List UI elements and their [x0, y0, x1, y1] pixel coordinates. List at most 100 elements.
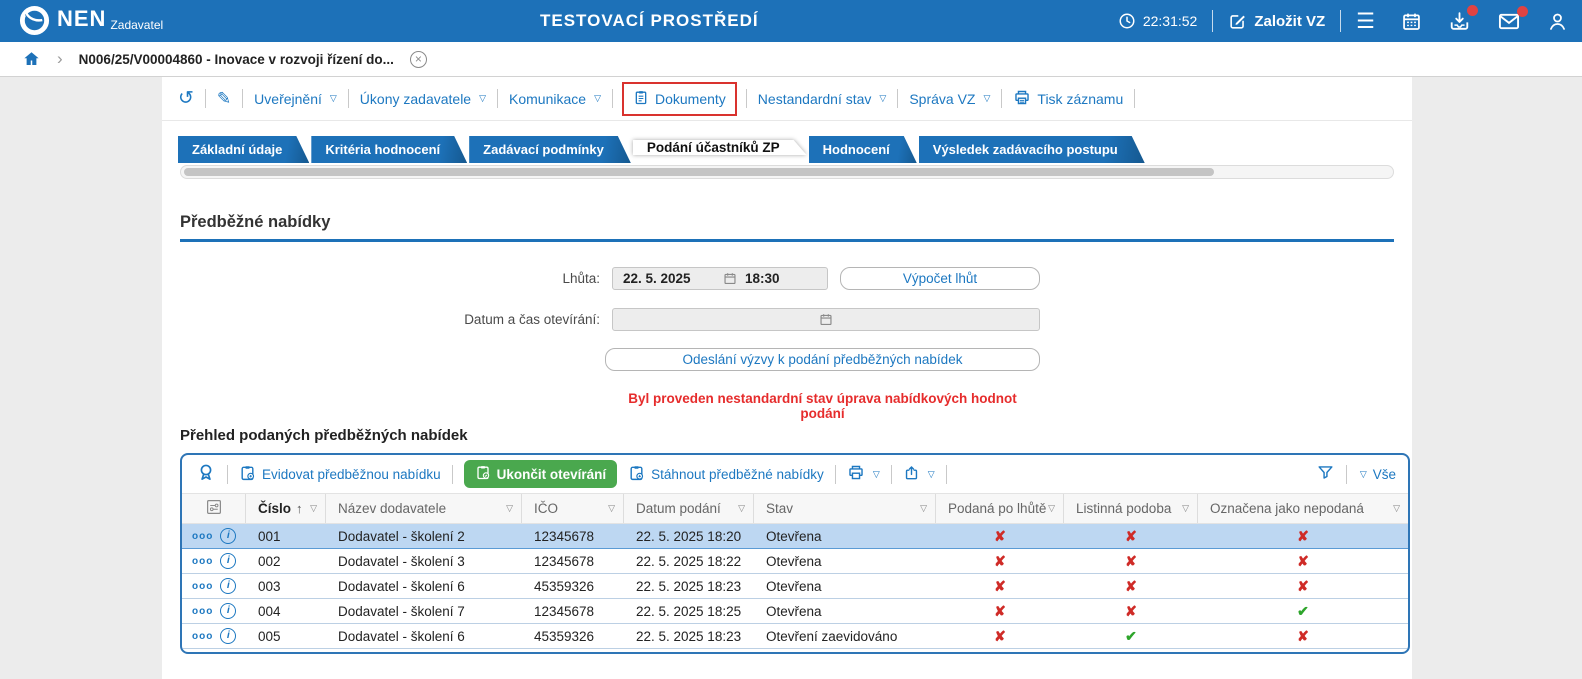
tab-zadavaci-podminky[interactable]: Zadávací podmínky — [469, 136, 631, 163]
history-icon[interactable]: ↺ — [178, 89, 194, 108]
info-icon[interactable]: i — [220, 553, 237, 569]
horizontal-scrollbar-thumb[interactable] — [184, 168, 1214, 176]
header-datum-podani[interactable]: Datum podání ▽ — [624, 494, 754, 523]
calendar-picker-icon[interactable] — [819, 312, 833, 327]
filter-scope-vse[interactable]: ▽ Vše — [1358, 467, 1396, 482]
action-tisk-zaznamu[interactable]: Tisk záznamu — [1013, 89, 1123, 109]
top-bar: NEN Zadavatel TESTOVACÍ PROSTŘEDÍ 22:31:… — [0, 0, 1582, 42]
deadline-input[interactable]: 22. 5. 2025 18:30 — [612, 267, 828, 290]
row-menu-icon[interactable]: ooo — [192, 606, 213, 617]
table-row[interactable]: ooo i 003 Dodavatel - školení 6 45359326 … — [182, 574, 1408, 599]
print-table-button[interactable]: ▽ — [847, 464, 880, 484]
header-nazev-dodavatele[interactable]: Název dodavatele ▽ — [326, 494, 522, 523]
row-menu-icon[interactable]: ooo — [192, 531, 213, 542]
action-uverejneni[interactable]: Uveřejnění ▽ — [254, 91, 337, 107]
row-menu-icon[interactable]: ooo — [192, 631, 213, 642]
info-icon[interactable]: i — [220, 603, 237, 619]
horizontal-scrollbar-track[interactable] — [180, 165, 1394, 179]
filter-dropdown-icon[interactable]: ▽ — [1393, 503, 1400, 514]
sort-ascending-icon: ↑ — [296, 501, 303, 516]
filter-dropdown-icon[interactable]: ▽ — [1182, 503, 1189, 514]
cell-ico: 12345678 — [534, 528, 595, 544]
messages-button[interactable] — [1497, 5, 1528, 32]
downloads-button[interactable] — [1448, 5, 1478, 32]
action-sprava-vz[interactable]: Správa VZ ▽ — [909, 91, 990, 107]
tab-kriteria-hodnoceni[interactable]: Kritéria hodnocení — [311, 136, 467, 163]
environment-title: TESTOVACÍ PROSTŘEDÍ — [540, 11, 759, 30]
header-podana-po-lhute[interactable]: Podaná po lhůtě ▽ — [936, 494, 1064, 523]
info-icon[interactable]: i — [220, 528, 237, 544]
tab-hodnoceni[interactable]: Hodnocení — [809, 136, 917, 163]
tab-vysledek-zadavaciho-postupu[interactable]: Výsledek zadávacího postupu — [919, 136, 1145, 163]
table-row[interactable]: ooo i 005 Dodavatel - školení 6 45359326 … — [182, 624, 1408, 649]
document-icon — [633, 89, 649, 109]
filter-dropdown-icon[interactable]: ▽ — [738, 503, 745, 514]
cell-po-lhute-mark: ✘ — [994, 602, 1006, 619]
create-vz-button[interactable]: Založit VZ — [1228, 12, 1325, 31]
cell-listinna-mark: ✘ — [1125, 552, 1137, 569]
divider — [227, 464, 228, 484]
row-menu-icon[interactable]: ooo — [192, 556, 213, 567]
register-preliminary-bid-button[interactable]: Evidovat předběžnou nabídku — [239, 464, 441, 485]
header-ico[interactable]: IČO ▽ — [522, 494, 624, 523]
cell-datum: 22. 5. 2025 18:20 — [636, 528, 742, 544]
action-nestandardni-stav[interactable]: Nestandardní stav ▽ — [758, 91, 887, 107]
cell-nazev: Dodavatel - školení 7 — [338, 603, 465, 619]
opening-datetime-input[interactable] — [612, 308, 1040, 331]
chevron-right-icon: › — [57, 49, 63, 68]
breadcrumb: › N006/25/V00004860 - Inovace v rozvoji … — [0, 42, 1582, 77]
create-vz-label: Založit VZ — [1254, 12, 1326, 30]
calc-deadlines-button[interactable]: Výpočet lhůt — [840, 267, 1040, 290]
cell-listinna-mark: ✔ — [1125, 627, 1137, 644]
filter-dropdown-icon[interactable]: ▽ — [920, 503, 927, 514]
info-icon[interactable]: i — [220, 628, 237, 644]
cell-po-lhute-mark: ✘ — [994, 627, 1006, 644]
table-row[interactable]: ooo i 002 Dodavatel - školení 3 12345678 … — [182, 549, 1408, 574]
pencil-icon[interactable]: ✎ — [217, 90, 231, 107]
award-icon[interactable] — [196, 462, 216, 486]
row-menu-icon[interactable]: ooo — [192, 581, 213, 592]
export-button[interactable]: ▽ — [903, 464, 935, 485]
header-listinna-podoba[interactable]: Listinná podoba ▽ — [1064, 494, 1198, 523]
cell-nazev: Dodavatel - školení 6 — [338, 578, 465, 594]
menu-icon[interactable]: ☰ — [1356, 11, 1375, 32]
breadcrumb-item[interactable]: N006/25/V00004860 - Inovace v rozvoji ří… — [79, 52, 394, 67]
tab-zakladni-udaje[interactable]: Základní údaje — [178, 136, 309, 163]
cell-nazev: Dodavatel - školení 3 — [338, 553, 465, 569]
filter-dropdown-icon[interactable]: ▽ — [1048, 503, 1055, 514]
calendar-picker-icon[interactable] — [723, 271, 737, 286]
action-komunikace[interactable]: Komunikace ▽ — [509, 91, 601, 107]
filter-dropdown-icon[interactable]: ▽ — [506, 503, 513, 514]
section-title-predbezne-nabidky: Předběžné nabídky — [180, 213, 331, 231]
divider — [945, 464, 947, 484]
session-clock: 22:31:52 — [1118, 12, 1197, 30]
home-icon[interactable] — [22, 50, 41, 68]
table-row[interactable]: ooo i 001 Dodavatel - školení 2 12345678 … — [182, 524, 1408, 549]
nen-logo[interactable]: NEN Zadavatel — [18, 4, 163, 37]
download-preliminary-bids-button[interactable]: Stáhnout předběžné nabídky — [628, 464, 824, 485]
end-opening-button[interactable]: Ukončit otevírání — [463, 460, 618, 488]
send-invitation-button[interactable]: Odeslání výzvy k podání předběžných nabí… — [605, 348, 1040, 371]
filter-dropdown-icon[interactable]: ▽ — [608, 503, 615, 514]
info-icon[interactable]: i — [220, 578, 237, 594]
user-profile-icon[interactable] — [1547, 11, 1568, 32]
filter-dropdown-icon[interactable]: ▽ — [310, 503, 317, 514]
action-dokumenty[interactable]: Dokumenty — [633, 89, 726, 109]
divider — [1134, 89, 1136, 108]
deadline-label: Lhůta: — [562, 271, 600, 286]
column-settings-button[interactable] — [182, 494, 246, 523]
dokumenty-highlight-box: Dokumenty — [621, 81, 737, 116]
filter-icon[interactable] — [1316, 463, 1335, 485]
action-ukony-zadavatele[interactable]: Úkony zadavatele ▽ — [360, 91, 486, 107]
calendar-icon[interactable] — [1401, 11, 1422, 32]
messages-notification-dot — [1517, 5, 1528, 17]
header-cislo[interactable]: Číslo ↑ ▽ — [246, 494, 326, 523]
cell-listinna-mark: ✘ — [1125, 602, 1137, 619]
table-row[interactable]: ooo i 004 Dodavatel - školení 7 12345678 … — [182, 599, 1408, 624]
close-tab-icon[interactable]: × — [409, 50, 427, 68]
header-oznacena-jako-nepodana[interactable]: Označena jako nepodaná ▽ — [1198, 494, 1408, 523]
header-stav[interactable]: Stav ▽ — [754, 494, 936, 523]
cell-nazev: Dodavatel - školení 2 — [338, 528, 465, 544]
section-rule — [180, 239, 1394, 242]
tab-podani-ucastniku-zp[interactable]: Podání účastníků ZP — [633, 140, 807, 155]
